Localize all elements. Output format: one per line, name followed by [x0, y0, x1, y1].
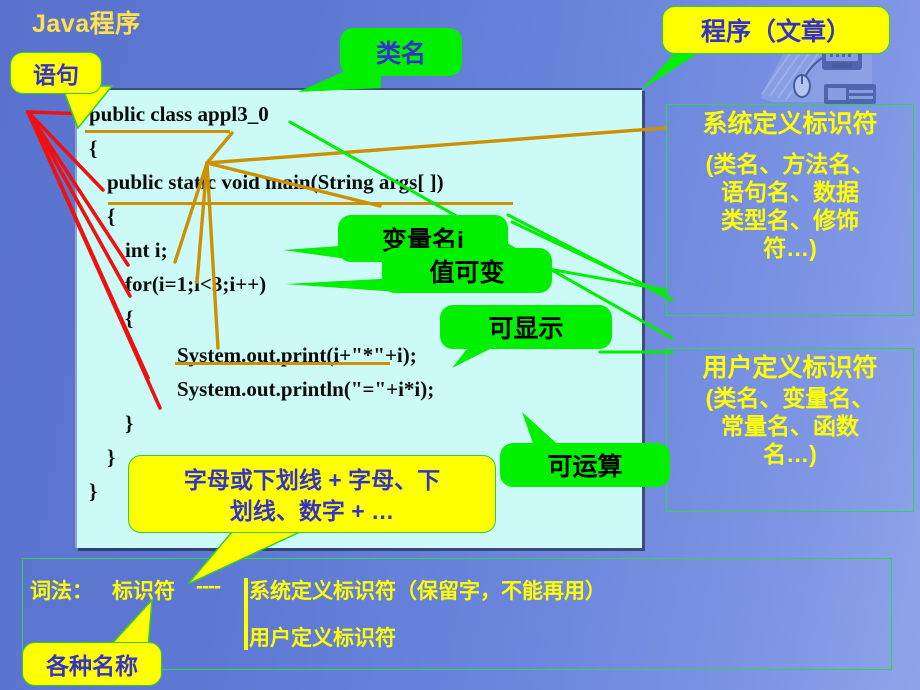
- callout-class-name[interactable]: 类名: [340, 28, 462, 76]
- callout-value-changeable[interactable]: 值可变: [382, 248, 552, 293]
- callout-identifier-rule[interactable]: 字母或下划线 + 字母、下 划线、数字 + …: [128, 455, 496, 533]
- callout-program-article[interactable]: 程序（文章）: [662, 6, 890, 54]
- identifier-rule-line-2: 划线、数字 + …: [229, 498, 395, 524]
- callout-displayable[interactable]: 可显示: [440, 305, 612, 349]
- callout-statement-label: 语句: [33, 62, 79, 88]
- callout-displayable-label: 可显示: [488, 315, 564, 343]
- callout-value-changeable-label: 值可变: [429, 258, 505, 287]
- callout-computable-label: 可运算: [547, 453, 623, 481]
- callout-various-names[interactable]: 各种名称: [22, 642, 162, 686]
- slide-canvas: Java程序 public class appl3_0 { public sta…: [0, 0, 920, 690]
- callout-statement[interactable]: 语句: [10, 52, 102, 94]
- callout-class-name-label: 类名: [375, 40, 426, 68]
- callout-program-article-label: 程序（文章）: [700, 18, 851, 46]
- callout-various-names-label: 各种名称: [46, 653, 138, 679]
- callout-computable[interactable]: 可运算: [500, 443, 670, 487]
- identifier-rule-line-1: 字母或下划线 + 字母、下: [183, 466, 441, 493]
